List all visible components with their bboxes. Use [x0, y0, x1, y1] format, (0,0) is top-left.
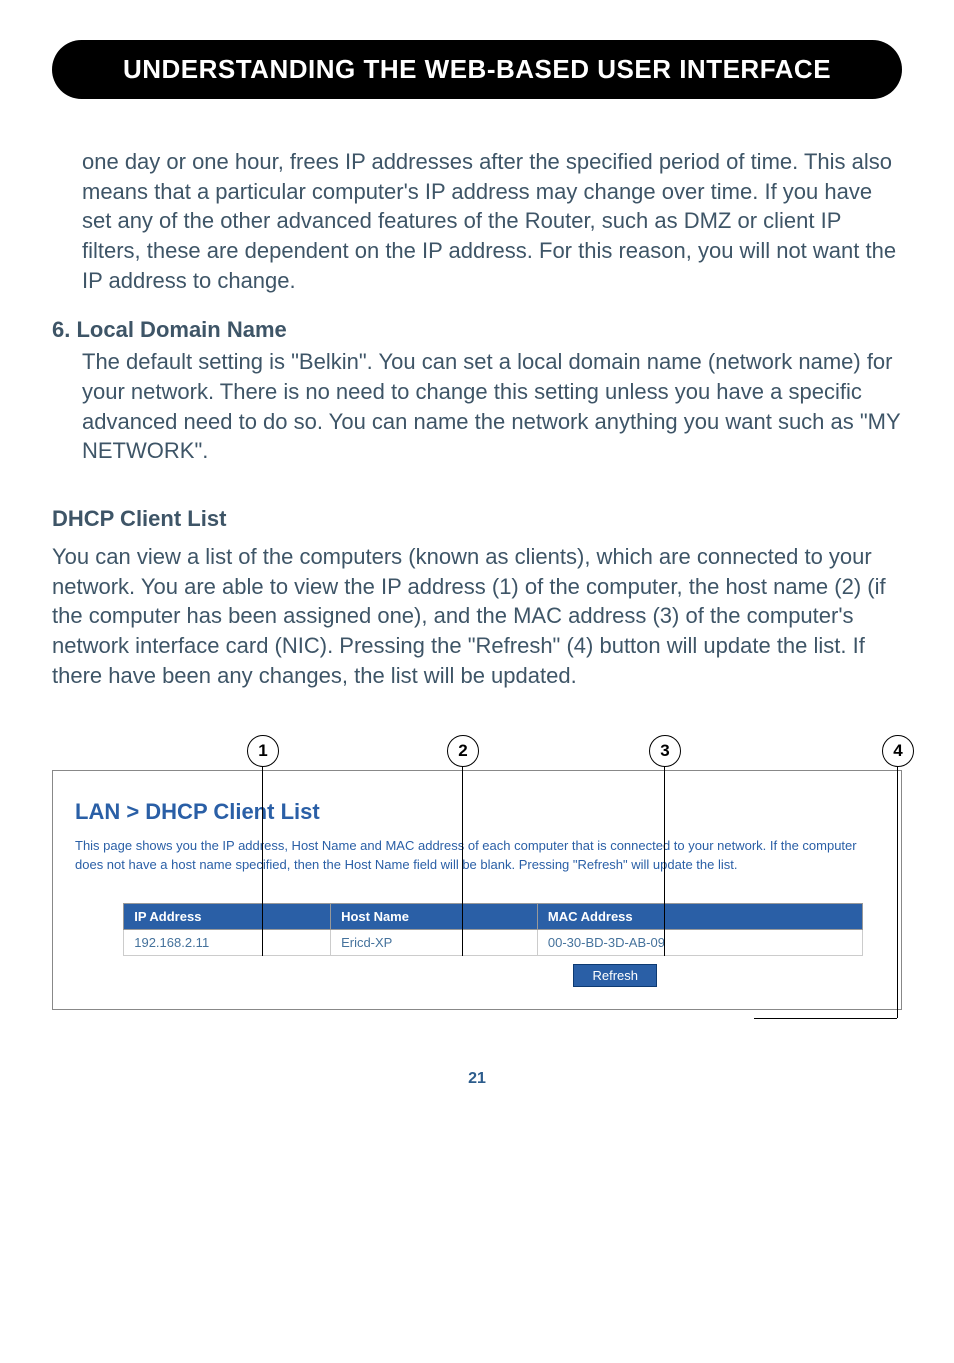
callout-1: 1 [247, 735, 279, 767]
leader-line-1 [262, 766, 263, 956]
dhcp-client-list-heading: DHCP Client List [52, 506, 902, 532]
item6-body: The default setting is "Belkin". You can… [82, 347, 902, 466]
cell-ip: 192.168.2.11 [124, 930, 331, 956]
callout-4: 4 [882, 735, 914, 767]
cell-host: Ericd-XP [331, 930, 538, 956]
leader-line-4v [897, 766, 898, 1018]
col-host-name: Host Name [331, 904, 538, 930]
col-mac-address: MAC Address [537, 904, 862, 930]
list-item-6: 6. Local Domain Name The default setting… [52, 315, 902, 465]
screenshot-title: LAN > DHCP Client List [75, 799, 879, 825]
item6-number: 6. [52, 317, 70, 342]
col-ip-address: IP Address [124, 904, 331, 930]
dhcp-client-list-paragraph: You can view a list of the computers (kn… [52, 542, 902, 690]
screenshot-figure: 1 2 3 4 LAN > DHCP Client List This page… [52, 740, 902, 1010]
callout-2: 2 [447, 735, 479, 767]
table-header-row: IP Address Host Name MAC Address [124, 904, 863, 930]
callout-3: 3 [649, 735, 681, 767]
dhcp-screenshot-panel: LAN > DHCP Client List This page shows y… [52, 770, 902, 1010]
dhcp-table: IP Address Host Name MAC Address 192.168… [123, 903, 863, 956]
page-number: 21 [52, 1070, 902, 1088]
leader-line-4h [754, 1018, 897, 1019]
leader-line-2 [462, 766, 463, 956]
refresh-button[interactable]: Refresh [573, 964, 657, 987]
chapter-banner: UNDERSTANDING THE WEB-BASED USER INTERFA… [52, 40, 902, 99]
item6-title: Local Domain Name [76, 317, 286, 342]
paragraph-continuation: one day or one hour, frees IP addresses … [82, 147, 902, 295]
table-row: 192.168.2.11 Ericd-XP 00-30-BD-3D-AB-09 [124, 930, 863, 956]
cell-mac: 00-30-BD-3D-AB-09 [537, 930, 862, 956]
screenshot-description: This page shows you the IP address, Host… [75, 837, 879, 875]
leader-line-3 [664, 766, 665, 956]
